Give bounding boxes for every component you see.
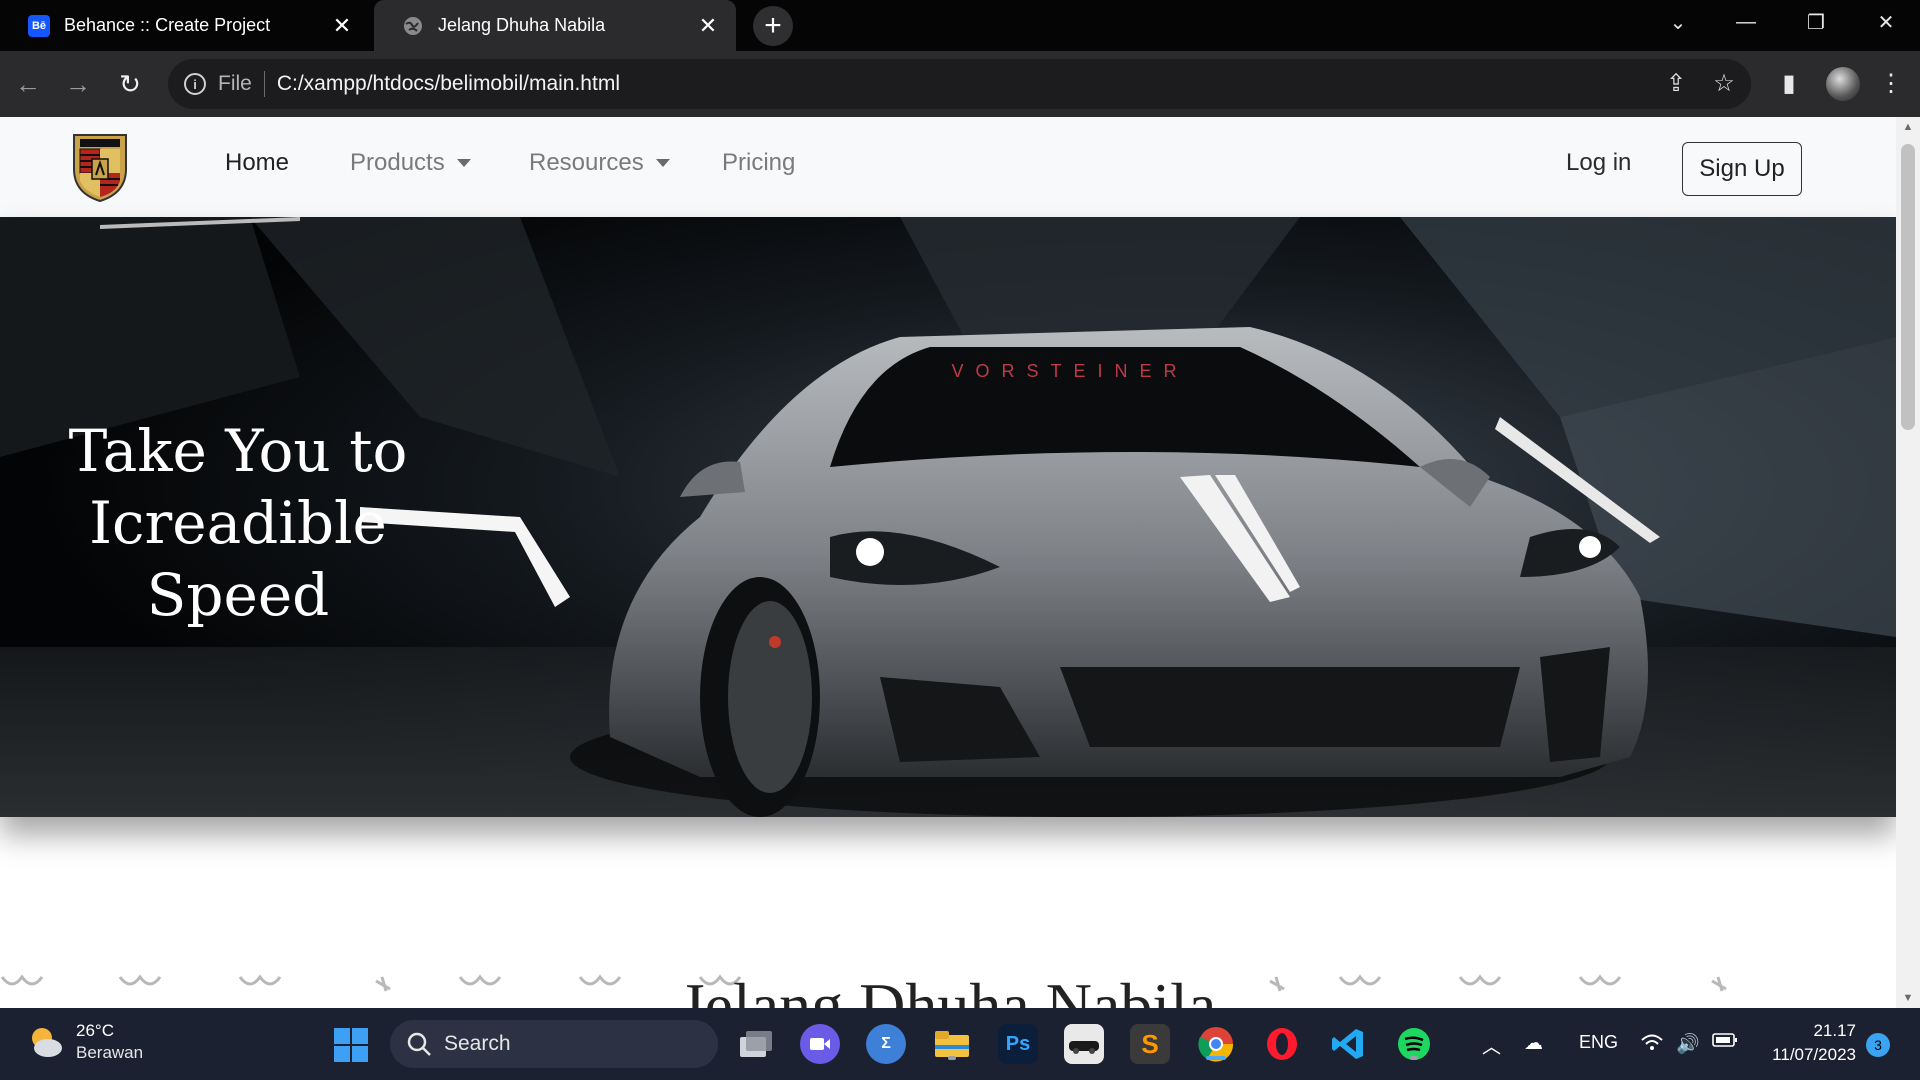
hero-title-line-1: Take You to (68, 417, 408, 485)
back-icon[interactable]: ← (8, 64, 48, 104)
menu-kebab-icon[interactable]: ⋮ (1875, 69, 1907, 98)
vscode-icon[interactable] (1328, 1024, 1368, 1064)
hero-title: Take You to Icreadible Speed (0, 415, 476, 631)
weather-temp: 26°C (76, 1021, 114, 1040)
restore-icon[interactable]: ❐ (1786, 0, 1846, 44)
nav-products[interactable]: Products (350, 149, 471, 177)
close-icon[interactable]: ✕ (328, 13, 356, 39)
taskbar-search[interactable]: Search (390, 1020, 718, 1068)
tab-title: Behance :: Create Project (64, 15, 271, 35)
windshield-banner-text: VORSTEINER (951, 361, 1188, 381)
clock-date: 11/07/2023 (1772, 1045, 1856, 1064)
page-viewport: Home Products Resources Pricing Log in S… (0, 117, 1896, 1008)
windows-taskbar: 26°C Berawan Search Σ Ps S ︿ ☁ ENG 🔊 21.… (0, 1008, 1920, 1080)
sublime-text-icon[interactable]: S (1130, 1024, 1170, 1064)
forward-icon[interactable]: → (58, 64, 98, 104)
battery-icon[interactable] (1712, 1032, 1738, 1054)
nav-resources-label: Resources (529, 149, 644, 176)
profile-avatar[interactable] (1826, 67, 1860, 101)
caret-down-icon (655, 159, 670, 167)
racing-game-icon[interactable] (1064, 1024, 1104, 1064)
nav-products-label: Products (350, 149, 445, 176)
signup-button[interactable]: Sign Up (1682, 142, 1802, 196)
behance-icon: Bē (28, 14, 50, 37)
page-scrollbar[interactable]: ▲ ▼ (1896, 117, 1920, 1008)
search-icon (407, 1032, 431, 1056)
minimize-icon[interactable]: — (1716, 0, 1776, 44)
login-link[interactable]: Log in (1566, 149, 1631, 177)
nav-resources[interactable]: Resources (529, 149, 670, 177)
scroll-up-icon[interactable]: ▲ (1896, 117, 1920, 137)
calculator-math-icon[interactable]: Σ (866, 1024, 906, 1064)
caret-down-icon (456, 159, 471, 167)
scrollbar-thumb[interactable] (1901, 144, 1915, 430)
opera-icon[interactable] (1262, 1024, 1302, 1064)
photoshop-icon[interactable]: Ps (998, 1024, 1038, 1064)
tab-search-icon[interactable]: ⌄ (1648, 0, 1708, 44)
porsche-crest-logo[interactable] (70, 131, 130, 203)
close-icon[interactable]: ✕ (694, 13, 722, 39)
url-scheme: File (218, 71, 265, 97)
language-indicator[interactable]: ENG (1579, 1032, 1618, 1053)
hero-banner: VORSTEINER Take You to Icreadible Speed (0, 217, 1896, 817)
search-label: Search (444, 1032, 511, 1055)
nav-home[interactable]: Home (225, 149, 289, 177)
clock-time: 21.17 (1813, 1021, 1856, 1040)
url-text[interactable]: C:/xampp/htdocs/belimobil/main.html (277, 72, 620, 96)
share-icon[interactable]: ⇪ (1661, 69, 1691, 98)
scroll-down-icon[interactable]: ▼ (1896, 988, 1920, 1008)
wifi-icon[interactable] (1640, 1032, 1664, 1058)
weather-widget[interactable]: 26°C Berawan (28, 1020, 143, 1064)
site-navbar: Home Products Resources Pricing Log in S… (0, 117, 1896, 217)
window-close-icon[interactable]: ✕ (1856, 0, 1916, 44)
tab-title: Jelang Dhuha Nabila (438, 15, 606, 35)
onedrive-icon[interactable]: ☁ (1524, 1032, 1543, 1055)
task-view-icon[interactable] (735, 1024, 775, 1064)
globe-icon (402, 15, 424, 37)
file-explorer-icon[interactable] (932, 1024, 972, 1064)
nav-pricing[interactable]: Pricing (722, 149, 795, 177)
chrome-icon[interactable] (1196, 1024, 1236, 1064)
start-button[interactable] (334, 1028, 368, 1062)
address-bar[interactable]: i File C:/xampp/htdocs/belimobil/main.ht… (168, 59, 1751, 109)
browser-tab-strip: Bē Behance :: Create Project ✕ Jelang Dh… (0, 0, 1920, 51)
reload-icon[interactable]: ↻ (110, 64, 150, 104)
side-panel-icon[interactable]: ▮ (1773, 69, 1805, 98)
tab-jelang[interactable]: Jelang Dhuha Nabila ✕ (374, 0, 736, 51)
info-icon[interactable]: i (184, 73, 206, 95)
teams-chat-icon[interactable] (800, 1024, 840, 1064)
bookmark-star-icon[interactable]: ☆ (1709, 69, 1739, 98)
volume-icon[interactable]: 🔊 (1676, 1032, 1700, 1056)
clock[interactable]: 21.17 11/07/2023 (1752, 1019, 1856, 1067)
new-tab-button[interactable]: + (753, 6, 793, 46)
tray-overflow-icon[interactable]: ︿ (1482, 1032, 1501, 1059)
cloudy-sun-icon (32, 1028, 62, 1057)
hero-title-line-2: Icreadible Speed (89, 489, 387, 629)
section-heading: Jelang Dhuha Nabila (679, 970, 1217, 1008)
notification-badge[interactable]: 3 (1866, 1033, 1890, 1057)
tab-behance[interactable]: Bē Behance :: Create Project ✕ (0, 0, 370, 51)
browser-toolbar: ← → ↻ i File C:/xampp/htdocs/belimobil/m… (0, 51, 1920, 117)
spotify-icon[interactable] (1394, 1024, 1434, 1064)
weather-condition: Berawan (76, 1043, 144, 1062)
